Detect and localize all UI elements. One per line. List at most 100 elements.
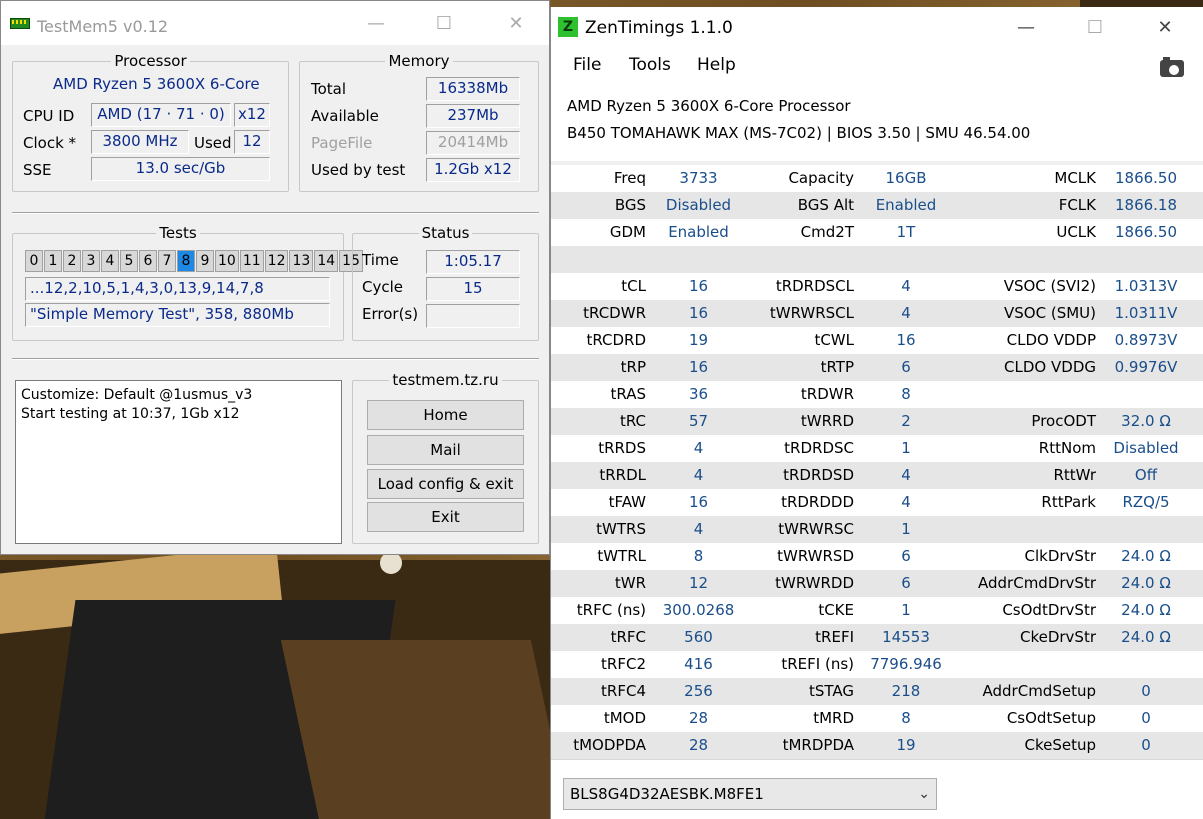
- timing-label: tRC: [619, 412, 646, 430]
- load-config-exit-button[interactable]: Load config & exit: [367, 469, 524, 499]
- timings-table: Freq 3733 Capacity 16GB MCLK 1866.50 BGS Disabl…: [551, 165, 1203, 759]
- timing-value: 24.0 Ω: [1121, 601, 1171, 619]
- timing-label: tREFI (ns): [781, 655, 854, 673]
- timing-value: 1: [901, 601, 911, 619]
- timing-label: CLDO VDDG: [1004, 358, 1096, 376]
- timing-value: 6: [901, 358, 911, 376]
- current-test: "Simple Memory Test", 358, 880Mb: [25, 303, 330, 327]
- memory-caption: Memory: [385, 52, 453, 70]
- timing-label: tRRDL: [599, 466, 646, 484]
- timing-label: tWRWRSCL: [769, 304, 854, 322]
- mail-button[interactable]: Mail: [367, 435, 524, 465]
- timing-label: CsOdtSetup: [1006, 709, 1096, 727]
- timing-value: 4: [693, 466, 704, 484]
- total-value: 16338Mb: [426, 77, 520, 101]
- test-order: ...12,2,10,5,1,4,3,0,13,9,14,7,8: [25, 277, 330, 301]
- timing-label: tCKE: [818, 601, 854, 619]
- maximize-button[interactable]: ☐: [422, 9, 466, 39]
- timing-label: tRAS: [610, 385, 646, 403]
- timing-value: 16: [896, 331, 916, 349]
- timing-label: RttPark: [1041, 493, 1096, 511]
- close-button[interactable]: ✕: [494, 9, 538, 39]
- table-row: tWTRL 8 tWRWRSD 6 ClkDrvStr 24.0 Ω: [551, 543, 1203, 570]
- testmem-titlebar[interactable]: TestMem5 v0.12 — ☐ ✕: [1, 1, 549, 45]
- timing-value: 4: [901, 277, 911, 295]
- pagefile-value: 20414Mb: [426, 131, 520, 155]
- table-row: tRRDS 4 tRDRDSC 1 RttNom Disabled: [551, 435, 1203, 462]
- bottom-bar: BLS8G4D32AESBK.M8FE1 ⌄: [551, 759, 1203, 819]
- timing-label: FCLK: [1058, 196, 1096, 214]
- timing-label: Cmd2T: [800, 223, 854, 241]
- timing-label: ClkDrvStr: [1024, 547, 1097, 565]
- divider: [12, 212, 539, 214]
- timing-label: VSOC (SVI2): [1003, 277, 1096, 295]
- timing-value: 8: [693, 547, 704, 565]
- test-cell: 1: [44, 250, 62, 272]
- test-cell: 5: [120, 250, 138, 272]
- table-row: tRFC 560 tREFI 14553 CkeDrvStr 24.0 Ω: [551, 624, 1203, 651]
- used-label: Used: [194, 134, 232, 152]
- log-textarea[interactable]: Customize: Default @1usmus_v3 Start test…: [15, 380, 342, 544]
- timing-label: tWTRL: [597, 547, 646, 565]
- table-row: tRFC (ns) 300.0268 tCKE 1 CsOdtDrvStr 24.0 Ω: [551, 597, 1203, 624]
- table-row: tRP 16 tRTP 6 CLDO VDDG 0.9976V: [551, 354, 1203, 381]
- timing-value: Disabled: [1113, 439, 1179, 457]
- menu-help[interactable]: Help: [697, 55, 736, 75]
- camera-icon[interactable]: [1160, 57, 1184, 77]
- zentimings-title: ZenTimings 1.1.0: [585, 18, 733, 38]
- timing-value: 24.0 Ω: [1121, 628, 1171, 646]
- timing-value: Off: [1134, 466, 1158, 484]
- timing-label: tRDWR: [800, 385, 854, 403]
- timing-value: 4: [901, 304, 911, 322]
- timing-label: tWRRD: [800, 412, 854, 430]
- table-row: Freq 3733 Capacity 16GB MCLK 1866.50: [551, 165, 1203, 192]
- chevron-down-icon: ⌄: [918, 786, 930, 802]
- table-row: tRCDRD 19 tCWL 16 CLDO VDDP 0.8973V: [551, 327, 1203, 354]
- menu-file[interactable]: File: [573, 55, 601, 75]
- table-row: tRC 57 tWRRD 2 ProcODT 32.0 Ω: [551, 408, 1203, 435]
- timing-label: tRFC4: [601, 682, 646, 700]
- time-value: 1:05.17: [426, 250, 520, 274]
- timing-value: 24.0 Ω: [1121, 547, 1171, 565]
- zentimings-logo-icon: Z: [558, 17, 578, 37]
- timing-value: 19: [688, 331, 709, 349]
- test-cells: 0 1 2 3 4 5 6 7 8 9 10 11 12 13 14 15: [25, 250, 364, 272]
- table-row: tWR 12 tWRWRDD 6 AddrCmdDrvStr 24.0 Ω: [551, 570, 1203, 597]
- timing-value: 16: [688, 304, 709, 322]
- minimize-button[interactable]: —: [354, 9, 398, 39]
- module-select[interactable]: BLS8G4D32AESBK.M8FE1 ⌄: [563, 778, 937, 810]
- table-row: BGS Disabled BGS Alt Enabled FCLK 1866.18: [551, 192, 1203, 219]
- timing-value: 7796.946: [870, 655, 942, 673]
- table-row: tFAW 16 tRDRDDD 4 RttPark RZQ/5: [551, 489, 1203, 516]
- timing-value: 1.0313V: [1114, 277, 1178, 295]
- timing-value: 300.0268: [662, 601, 735, 619]
- cycle-label: Cycle: [362, 278, 403, 296]
- timing-value: 0.8973V: [1114, 331, 1178, 349]
- timing-value: 16: [688, 493, 709, 511]
- system-info: AMD Ryzen 5 3600X 6-Core Processor B450 …: [551, 81, 1203, 161]
- zentimings-titlebar[interactable]: Z ZenTimings 1.1.0 — ☐ ✕: [551, 7, 1203, 49]
- close-button[interactable]: ✕: [1142, 13, 1188, 43]
- timing-value: 14553: [882, 628, 930, 646]
- timing-value: 1: [901, 520, 911, 538]
- used-threads-value[interactable]: 12: [234, 130, 270, 154]
- sse-value: 13.0 sec/Gb: [91, 157, 270, 181]
- timing-label: tRCDRD: [586, 331, 646, 349]
- menu-tools[interactable]: Tools: [629, 55, 671, 75]
- testmem-window: TestMem5 v0.12 — ☐ ✕ Processor AMD Ryzen…: [0, 0, 550, 555]
- timing-value: 28: [688, 736, 709, 754]
- timing-value: 16: [688, 358, 709, 376]
- timing-label: tRDRDSC: [784, 439, 854, 457]
- home-button[interactable]: Home: [367, 400, 524, 430]
- timing-label: tREFI: [815, 628, 854, 646]
- timing-label: tCL: [621, 277, 646, 295]
- timing-value: 0: [1141, 709, 1151, 727]
- divider: [12, 358, 539, 360]
- test-cell: 11: [239, 250, 264, 272]
- minimize-button[interactable]: —: [1003, 13, 1049, 43]
- timing-label: RttWr: [1053, 466, 1096, 484]
- timing-value: Enabled: [668, 223, 729, 241]
- maximize-button[interactable]: ☐: [1072, 13, 1118, 43]
- exit-button[interactable]: Exit: [367, 502, 524, 532]
- timing-value: 218: [891, 682, 921, 700]
